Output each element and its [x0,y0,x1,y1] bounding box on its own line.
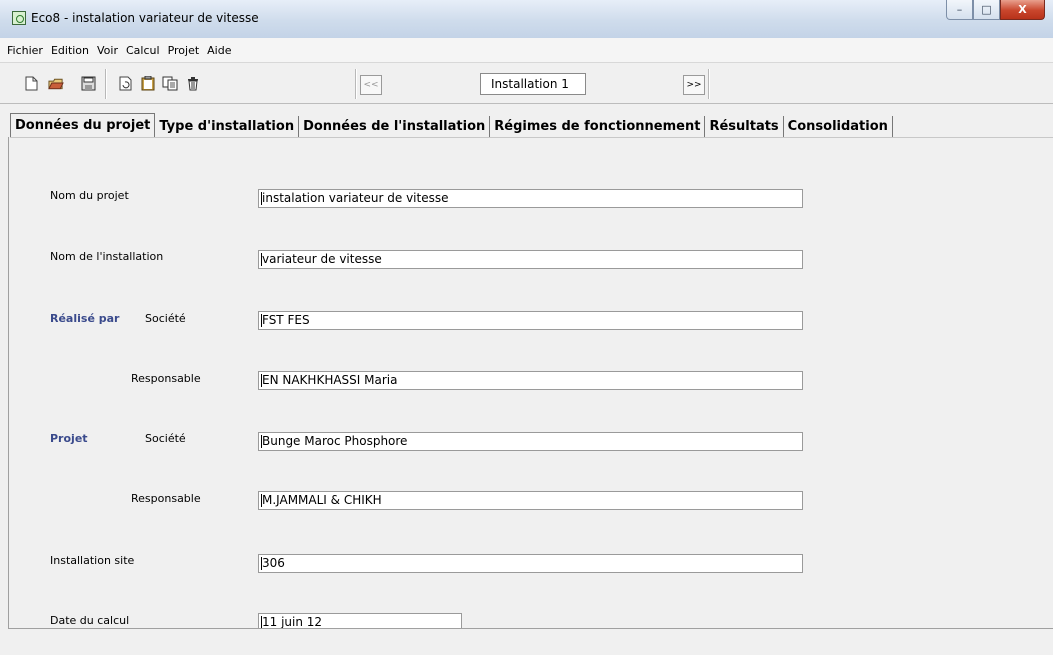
menu-voir[interactable]: Voir [93,44,122,57]
projet-societe-label: Société [145,432,186,445]
app-window: Eco8 - instalation variateur de vitesse … [0,0,1053,655]
toolbar-separator [708,69,710,99]
tab-donnees-installation[interactable]: Données de l'installation [299,116,491,138]
menu-bar: Fichier Edition Voir Calcul Projet Aide [0,38,1053,63]
menu-projet[interactable]: Projet [164,44,204,57]
maximize-button[interactable]: □ [973,0,1000,20]
nom-projet-input[interactable]: instalation variateur de vitesse [258,189,803,208]
close-button[interactable]: X [1000,0,1045,20]
menu-calcul[interactable]: Calcul [122,44,164,57]
toolbar: << Installation 1 >> [0,63,1053,104]
status-bar [8,628,1053,655]
new-file-icon[interactable] [23,76,39,91]
next-installation-button[interactable]: >> [683,75,705,95]
realise-responsable-input[interactable]: EN NAKHKHASSI Maria [258,371,803,390]
copy-icon[interactable] [162,76,178,91]
app-logo-icon [12,11,26,25]
installation-selector[interactable]: Installation 1 [480,73,586,95]
realise-responsable-label: Responsable [131,372,201,385]
realise-societe-input[interactable]: FST FES [258,311,803,330]
installation-site-label: Installation site [50,554,135,567]
projet-responsable-label: Responsable [131,492,201,505]
tab-resultats[interactable]: Résultats [705,116,784,138]
open-folder-icon[interactable] [48,76,64,91]
tab-donnees-projet[interactable]: Données du projet [10,113,156,138]
previous-installation-button[interactable]: << [360,75,382,95]
menu-edition[interactable]: Edition [47,44,93,57]
tab-consolidation[interactable]: Consolidation [784,116,893,138]
minimize-button[interactable]: – [946,0,973,20]
tab-bar: Données du projet Type d'installation Do… [10,112,893,138]
projet-responsable-input[interactable]: M.JAMMALI & CHIKH [258,491,803,510]
window-title: Eco8 - instalation variateur de vitesse [31,11,259,25]
toolbar-separator [105,69,107,99]
panel-border [8,137,9,628]
projet-heading: Projet [50,432,88,445]
delete-icon[interactable] [185,76,201,91]
refresh-document-icon[interactable] [117,76,133,91]
realise-societe-label: Société [145,312,186,325]
nom-projet-label: Nom du projet [50,189,129,202]
title-bar: Eco8 - instalation variateur de vitesse … [0,0,1053,39]
window-controls: – □ X [946,0,1045,21]
projet-societe-input[interactable]: Bunge Maroc Phosphore [258,432,803,451]
project-form-panel: Nom du projet instalation variateur de v… [10,137,1053,632]
tab-regimes-fonctionnement[interactable]: Régimes de fonctionnement [490,116,706,138]
realise-par-heading: Réalisé par [50,312,120,325]
toolbar-separator [355,69,357,99]
menu-aide[interactable]: Aide [203,44,235,57]
menu-fichier[interactable]: Fichier [3,44,47,57]
nom-installation-label: Nom de l'installation [50,250,164,263]
date-calcul-label: Date du calcul [50,614,130,627]
save-icon[interactable] [80,76,96,91]
tab-type-installation[interactable]: Type d'installation [155,116,300,138]
clipboard-icon[interactable] [140,76,156,91]
nom-installation-input[interactable]: variateur de vitesse [258,250,803,269]
installation-site-input[interactable]: 306 [258,554,803,573]
